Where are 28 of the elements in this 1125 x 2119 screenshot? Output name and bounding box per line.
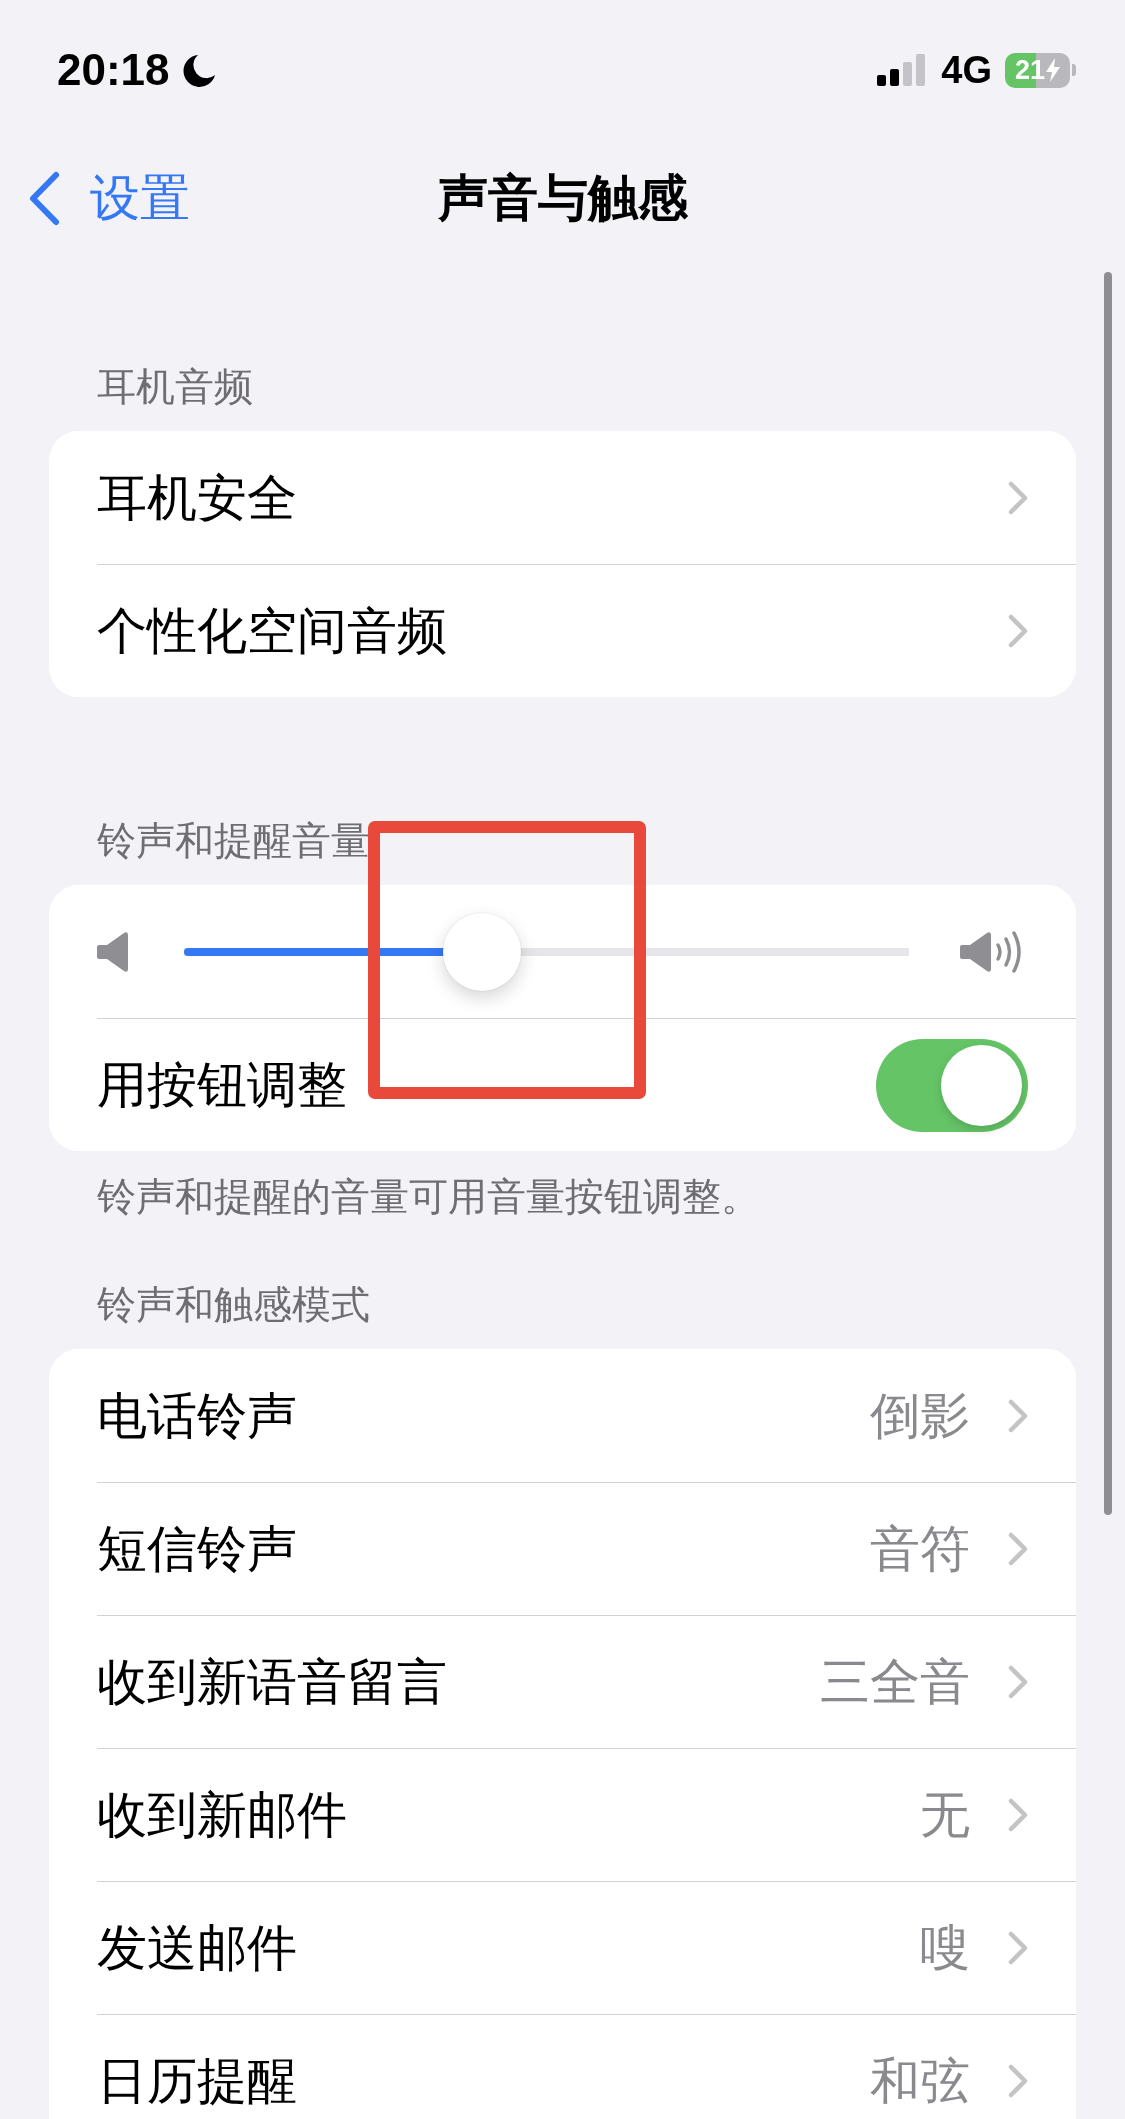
section-header: 铃声和提醒音量 xyxy=(96,818,371,864)
status-time: 20:18 xyxy=(57,44,170,96)
signal-icon xyxy=(877,54,928,86)
chevron-icon xyxy=(1008,1931,1028,1965)
setting-value: 嗖 xyxy=(920,1919,970,1978)
chevron-icon xyxy=(1008,1398,1028,1433)
back-button[interactable]: 设置 xyxy=(28,168,190,228)
setting-value: 无 xyxy=(920,1786,970,1845)
slider-thumb[interactable] xyxy=(442,912,521,991)
setting-value: 和弦 xyxy=(870,2052,970,2111)
setting-value: 三全音 xyxy=(820,1653,970,1712)
chevron-icon xyxy=(1008,1532,1028,1566)
section-header: 耳机音频 xyxy=(96,364,254,410)
page-title: 声音与触感 xyxy=(437,169,688,228)
setting-label: 用按钮调整 xyxy=(97,1056,347,1115)
chevron-icon xyxy=(1008,2064,1028,2098)
charging-bolt-icon xyxy=(1046,58,1060,82)
setting-value: 倒影 xyxy=(870,1386,970,1446)
chevron-icon xyxy=(1008,1798,1028,1832)
chevron-icon xyxy=(1008,1665,1028,1699)
chevron-icon xyxy=(1008,480,1028,515)
back-chevron-icon xyxy=(28,170,60,226)
section-header: 铃声和触感模式 xyxy=(96,1282,371,1328)
chevron-icon xyxy=(1008,614,1028,648)
volume-low-icon xyxy=(97,930,128,973)
section-footer: 铃声和提醒的音量可用音量按钮调整。 xyxy=(49,1151,1076,1221)
network-type: 4G xyxy=(941,48,992,92)
setting-value: 音符 xyxy=(870,1520,970,1579)
